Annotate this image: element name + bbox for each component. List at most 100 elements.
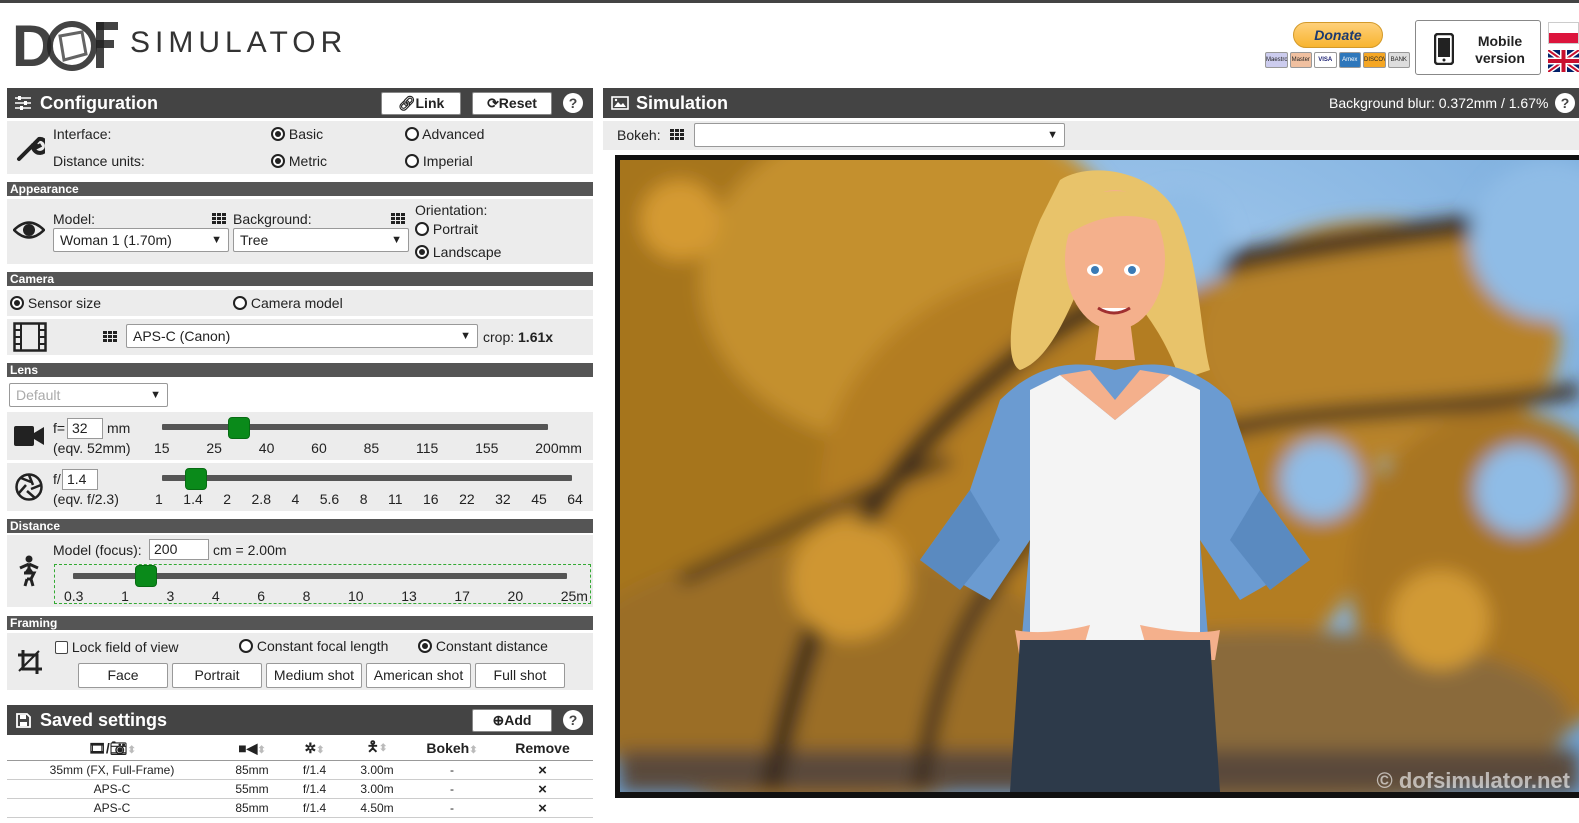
distance-ticks: 0.3 1 3 4 6 8 10 13 17 20 25m	[64, 588, 588, 604]
sort-icon: ⬍	[378, 743, 388, 754]
sensor-select[interactable]: APS-C (Canon) ▼	[126, 324, 478, 348]
help-icon[interactable]: ?	[563, 93, 583, 113]
language-flags	[1548, 22, 1579, 72]
sort-icon: ⬍	[127, 744, 136, 756]
aperture-input[interactable]: 1.4	[62, 469, 98, 490]
configuration-header: Configuration 🔗︎Link ⟳Reset ?	[7, 88, 593, 118]
orientation-landscape-radio[interactable]: Landscape	[415, 244, 501, 260]
distance-slider-handle[interactable]	[134, 565, 157, 587]
simulation-image[interactable]: © dofsimulator.net	[620, 160, 1579, 792]
logo-icon[interactable]: D	[12, 14, 122, 79]
mobile-version-button[interactable]: Mobile version	[1415, 20, 1541, 75]
grid-icon[interactable]	[391, 213, 405, 225]
flag-en-icon[interactable]	[1548, 50, 1579, 72]
remove-icon[interactable]: ×	[492, 779, 593, 799]
row-sensor: 35mm (FX, Full-Frame)	[7, 760, 217, 780]
focus-distance-input[interactable]: 200	[149, 539, 209, 560]
grid-icon[interactable]	[103, 331, 117, 343]
background-value: Tree	[240, 232, 269, 248]
film-icon: 🎞︎	[88, 739, 106, 756]
sort-icon: ⬍	[316, 744, 325, 756]
table-row[interactable]: APS-C 55mm f/1.4 3.00m - ×	[7, 779, 593, 799]
orientation-portrait-radio[interactable]: Portrait	[415, 221, 478, 237]
col-distance-header[interactable]: 🯅⬍	[342, 736, 412, 761]
frame-full-shot-button[interactable]: Full shot	[475, 663, 565, 688]
refresh-icon: ⟳	[487, 95, 499, 111]
tick-label: 25m	[560, 588, 588, 604]
sort-icon: ⬍	[469, 745, 478, 756]
flag-pl-icon[interactable]	[1548, 22, 1579, 44]
top-border	[0, 0, 1579, 3]
col-aperture-header[interactable]: ✲⬍	[287, 736, 342, 761]
frame-face-button[interactable]: Face	[78, 663, 168, 688]
bokeh-select[interactable]: ▼	[694, 123, 1065, 147]
focal-length-slider-handle[interactable]	[228, 417, 251, 439]
interface-row: Interface: Basic Advanced Distance units…	[7, 121, 593, 174]
sensor-size-radio[interactable]: Sensor size	[10, 295, 101, 311]
aperture-icon: ✲	[304, 739, 317, 756]
grid-icon[interactable]	[670, 129, 684, 141]
focal-prefix: f=	[53, 420, 66, 436]
add-setting-button[interactable]: ⊕Add	[472, 709, 552, 732]
link-button[interactable]: 🔗︎Link	[381, 92, 461, 115]
table-row[interactable]: 35mm (FX, Full-Frame) 85mm f/1.4 3.00m -…	[7, 760, 593, 780]
help-icon[interactable]: ?	[1555, 93, 1575, 113]
interface-basic-radio[interactable]: Basic	[271, 126, 323, 142]
frame-portrait-button[interactable]: Portrait	[172, 663, 262, 688]
framing-section-header: Framing	[7, 616, 593, 630]
model-value: Woman 1 (1.70m)	[60, 232, 172, 248]
aperture-slider-handle[interactable]	[184, 468, 207, 490]
aperture-track[interactable]	[162, 475, 572, 481]
model-select[interactable]: Woman 1 (1.70m) ▼	[53, 228, 229, 252]
units-imperial-radio[interactable]: Imperial	[405, 153, 473, 169]
card-icon: VISA	[1314, 52, 1337, 68]
table-row[interactable]: APS-C 85mm f/1.4 4.50m - ×	[7, 798, 593, 818]
focal-length-input[interactable]: 32	[67, 418, 103, 439]
checkbox-icon	[55, 641, 68, 654]
tick-label: 16	[423, 491, 439, 507]
radio-icon	[405, 127, 419, 141]
frame-american-shot-button[interactable]: American shot	[366, 663, 471, 688]
saved-settings-title: Saved settings	[40, 710, 168, 730]
grid-icon[interactable]	[212, 213, 226, 225]
col-sensor-header[interactable]: 🎞︎/📷︎⬍	[7, 736, 217, 761]
remove-icon[interactable]: ×	[492, 760, 593, 780]
frame-medium-shot-button[interactable]: Medium shot	[266, 663, 362, 688]
background-select[interactable]: Tree ▼	[233, 228, 409, 252]
units-metric-radio[interactable]: Metric	[271, 153, 327, 169]
col-focal-header[interactable]: ■◀⬍	[217, 736, 287, 761]
tick-label: 1	[121, 588, 129, 604]
reset-button[interactable]: ⟳Reset	[472, 92, 552, 115]
focal-length-track[interactable]	[162, 424, 548, 430]
card-icon: DISCOVER	[1363, 52, 1386, 68]
radio-selected-icon	[271, 127, 285, 141]
row-focal: 85mm	[217, 798, 287, 818]
saved-settings-header: Saved settings ⊕Add ?	[7, 705, 593, 735]
tick-label: 20	[507, 588, 524, 604]
tick-label: 22	[459, 491, 475, 507]
constant-distance-radio[interactable]: Constant distance	[418, 638, 548, 654]
sliders-icon	[15, 96, 31, 110]
bokeh-row: Bokeh: ▼	[603, 121, 1579, 150]
col-bokeh-header[interactable]: Bokeh⬍	[412, 736, 492, 761]
radio-icon	[233, 296, 247, 310]
camera-model-radio[interactable]: Camera model	[233, 295, 343, 311]
tick-label: 8	[302, 588, 311, 604]
constant-focal-radio[interactable]: Constant focal length	[239, 638, 388, 654]
donate-button[interactable]: Donate	[1293, 22, 1383, 48]
remove-icon[interactable]: ×	[492, 798, 593, 818]
lens-preset-select[interactable]: Default ▼	[9, 383, 168, 407]
tick-label: 200mm	[535, 440, 582, 456]
tick-label: 11	[387, 491, 403, 507]
interface-advanced-radio[interactable]: Advanced	[405, 126, 484, 142]
person-icon	[19, 555, 39, 587]
aperture-prefix: f/	[53, 471, 61, 487]
tick-label: 32	[495, 491, 511, 507]
lock-fov-checkbox[interactable]: Lock field of view	[55, 639, 179, 655]
help-icon[interactable]: ?	[563, 710, 583, 730]
configuration-title: Configuration	[40, 93, 158, 113]
tick-label: 64	[567, 491, 583, 507]
bokeh-header-label: Bokeh	[426, 740, 470, 756]
tick-label: 85	[363, 440, 380, 456]
payment-cards: Maestro Master VISA Amex DISCOVER BANK	[1265, 52, 1410, 68]
